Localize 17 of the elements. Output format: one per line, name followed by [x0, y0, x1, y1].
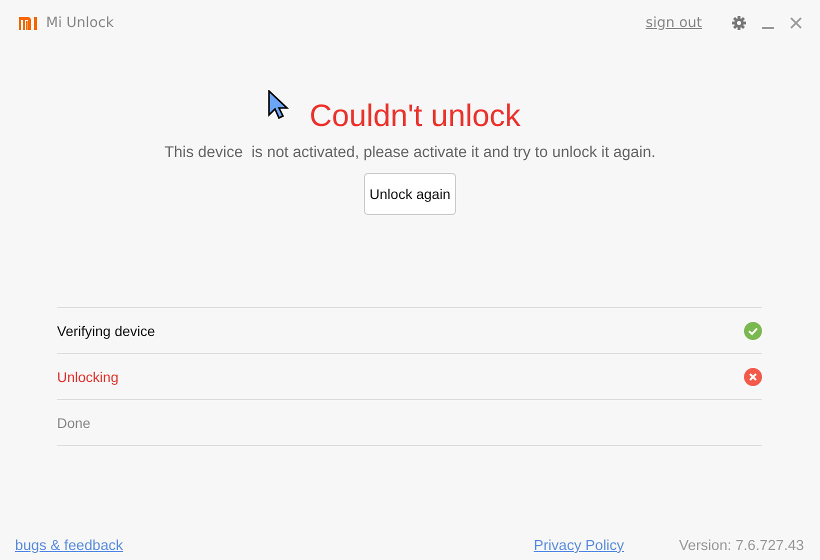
logo-icon — [19, 16, 38, 30]
error-title: Couldn't unlock — [308, 98, 520, 134]
error-icon — [744, 368, 762, 386]
step-label: Verifying device — [57, 322, 156, 338]
close-icon[interactable] — [790, 17, 802, 29]
unlock-again-button[interactable]: Unlock again — [364, 173, 456, 215]
step-label: Done — [57, 414, 90, 430]
sign-out-link[interactable]: sign out — [646, 15, 702, 31]
step-label: Unlocking — [57, 368, 118, 384]
version-label: Version: 7.6.727.43 — [679, 538, 804, 554]
error-message: This device is not activated, please activate it and try to unlock it again. — [164, 144, 656, 162]
app-title: Mi Unlock — [46, 15, 114, 31]
feedback-link[interactable]: bugs & feedback — [15, 538, 124, 554]
cursor-icon — [268, 90, 290, 120]
settings-icon[interactable] — [732, 16, 746, 30]
check-icon — [744, 322, 762, 340]
privacy-policy-link[interactable]: Privacy Policy — [534, 538, 624, 554]
